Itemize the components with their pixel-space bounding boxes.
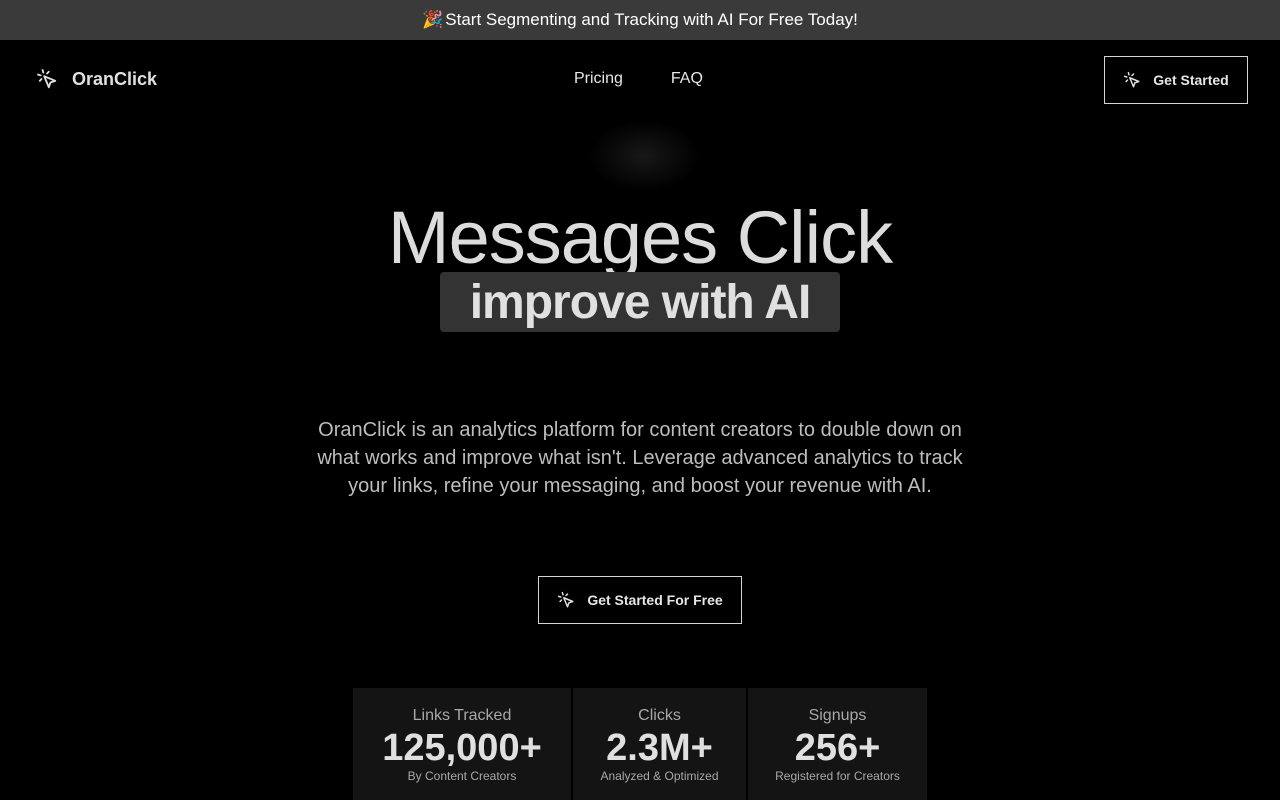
stat-label: Links Tracked [412, 707, 512, 724]
stat-value: 125,000+ [382, 727, 542, 769]
cursor-click-icon [1124, 71, 1140, 88]
stat-label: Signups [808, 707, 867, 724]
stat-label: Clicks [638, 707, 681, 724]
hero-highlight-text: improve with AI [469, 275, 812, 329]
decorative-glow [588, 120, 700, 192]
logo[interactable]: OranClick [36, 68, 157, 90]
stat-clicks: Clicks 2.3M+ Analyzed & Optimized [573, 688, 746, 800]
get-started-button[interactable]: Get Started [1104, 56, 1248, 104]
get-started-free-button[interactable]: Get Started For Free [538, 576, 742, 624]
cursor-click-icon [37, 69, 57, 89]
hero-title: Messages Click [387, 196, 893, 279]
party-popper-icon: 🎉 [422, 10, 444, 29]
nav-links: Pricing FAQ [574, 70, 703, 88]
nav-link-pricing[interactable]: Pricing [574, 70, 623, 88]
cursor-click-icon [558, 591, 574, 608]
logo-text: OranClick [72, 68, 158, 89]
stats-row: Links Tracked 125,000+ By Content Creato… [353, 688, 927, 800]
promo-banner: 🎉 Start Segmenting and Tracking with AI … [0, 0, 1280, 40]
stat-signups: Signups 256+ Registered for Creators [748, 688, 927, 800]
stat-sub: Registered for Creators [775, 769, 900, 783]
get-started-label: Get Started [1153, 72, 1229, 88]
stat-value: 2.3M+ [606, 727, 713, 769]
stat-sub: Analyzed & Optimized [600, 769, 719, 783]
stat-value: 256+ [794, 727, 881, 769]
nav-link-faq[interactable]: FAQ [671, 70, 703, 88]
get-started-free-label: Get Started For Free [587, 592, 723, 608]
stat-sub: By Content Creators [407, 769, 517, 783]
hero-highlight: improve with AI [440, 272, 840, 332]
top-navigation: OranClick Pricing FAQ Get Started [0, 40, 1280, 120]
stat-links-tracked: Links Tracked 125,000+ By Content Creato… [353, 688, 571, 800]
promo-banner-text: Start Segmenting and Tracking with AI Fo… [445, 10, 858, 29]
hero-description: OranClick is an analytics platform for c… [317, 419, 963, 497]
